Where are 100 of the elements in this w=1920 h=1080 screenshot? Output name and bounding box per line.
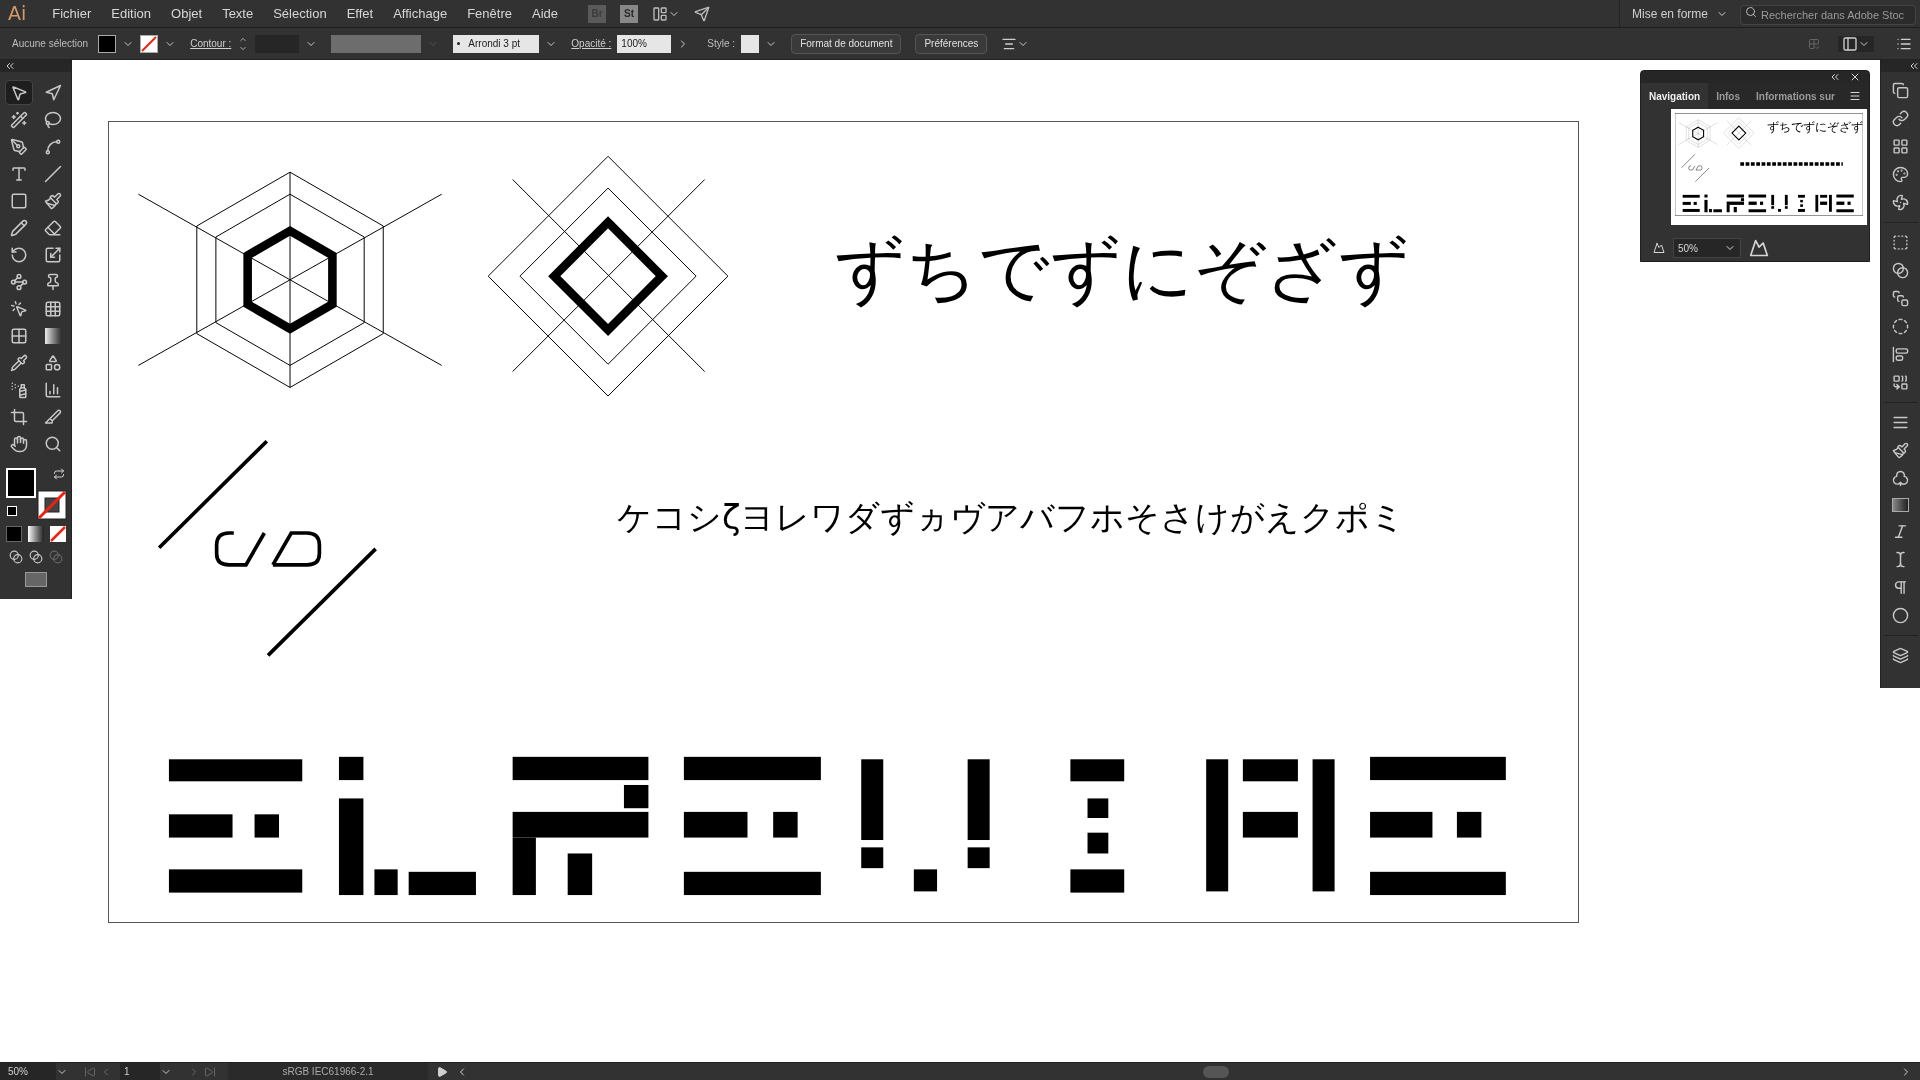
menu-item[interactable]: Edition — [101, 3, 162, 24]
collapse-icon[interactable] — [1829, 71, 1841, 83]
lines-icon[interactable] — [1892, 414, 1909, 431]
circle-icon[interactable] — [1892, 607, 1909, 624]
zoom-field[interactable]: 50% — [1673, 238, 1741, 258]
magic-wand-icon — [9, 110, 28, 129]
copy-icon[interactable] — [1892, 82, 1909, 99]
panel-icon[interactable] — [1842, 35, 1858, 52]
mesh-icon — [9, 326, 28, 345]
fan-icon[interactable] — [1892, 194, 1909, 211]
zoom-in-icon[interactable] — [1749, 238, 1769, 258]
palette-icon[interactable] — [1892, 166, 1909, 183]
crop-icon — [9, 407, 28, 426]
lasso-icon — [43, 110, 62, 129]
menu-item[interactable]: Effet — [336, 3, 384, 24]
opacity-label[interactable]: Opacité : — [571, 36, 612, 51]
brush-icon[interactable] — [1892, 442, 1909, 459]
eraser-icon — [43, 218, 62, 237]
panel-tab[interactable]: Infos — [1708, 83, 1748, 109]
spray-can-icon — [9, 380, 28, 399]
play-icon[interactable] — [436, 1065, 448, 1078]
rectangle-icon — [9, 191, 28, 210]
draw-normal-icon[interactable] — [8, 550, 23, 564]
stock-search-field[interactable]: Rechercher dans Adobe Stoc — [1740, 4, 1916, 25]
menu-item[interactable]: Aide — [522, 3, 568, 24]
screen-mode-button[interactable] — [24, 572, 47, 587]
hand-icon — [9, 434, 28, 453]
color-profile-text: sRGB IEC61966-2.1 — [228, 1063, 428, 1080]
pen-icon — [9, 137, 28, 156]
gradient-icon — [44, 327, 61, 344]
paintbrush-icon — [43, 191, 62, 210]
menu-item[interactable]: Fichier — [42, 3, 102, 24]
workspace-dropdown[interactable]: Mise en forme — [1631, 4, 1728, 23]
selection-status: Aucune sélection — [11, 37, 90, 51]
menu-icon[interactable] — [1849, 90, 1861, 102]
style-swatch[interactable] — [741, 34, 760, 53]
app-logo: Ai — [7, 1, 28, 27]
thumbnail-heading: ずちでずにぞざず — [1767, 121, 1863, 133]
eyedropper-icon — [9, 353, 28, 372]
stroke-color-swatch[interactable] — [36, 490, 67, 520]
artboard-number-field[interactable]: 1 — [120, 1063, 160, 1080]
panel-tab[interactable]: Navigation — [1641, 83, 1709, 109]
rotate-icon — [9, 245, 28, 264]
toolbar-button[interactable]: Préférences — [915, 33, 988, 54]
collapse-icon[interactable] — [4, 60, 16, 72]
dashed-square-icon[interactable] — [1892, 234, 1909, 251]
swap-icon[interactable] — [52, 468, 65, 480]
grid-layout-icon[interactable] — [1892, 138, 1909, 155]
align-left-icon[interactable] — [1892, 346, 1909, 363]
stacked-squares-icon[interactable] — [1892, 290, 1909, 307]
overlapping-circles-icon[interactable] — [1892, 262, 1909, 279]
default-colors-icon[interactable] — [6, 506, 17, 516]
italic-icon[interactable] — [1892, 523, 1909, 540]
brush-dropdown[interactable]: Arrondi 3 pt — [453, 34, 540, 53]
color-mode-button[interactable] — [5, 526, 22, 542]
gradient-icon[interactable] — [1892, 498, 1909, 512]
variable-width-field[interactable] — [331, 34, 422, 53]
none-mode-button[interactable] — [49, 526, 66, 542]
curve-icon — [43, 137, 62, 156]
menu-item[interactable]: Objet — [161, 3, 213, 24]
club-icon[interactable] — [1892, 470, 1909, 487]
grid-icon — [43, 299, 62, 318]
panel-tab[interactable]: Informations sur — [1748, 83, 1843, 109]
layers-icon[interactable] — [1892, 647, 1909, 664]
katakana-line: ケコシζヨレワダずヵヴアバフホそさけがえクポミ — [617, 500, 1406, 534]
link-icon[interactable] — [1892, 110, 1909, 127]
bar-chart-icon — [43, 380, 62, 399]
pointer-click-icon — [9, 299, 28, 318]
menu-item[interactable]: Sélection — [263, 3, 337, 24]
scale-icon — [43, 245, 62, 264]
line-icon — [43, 164, 62, 183]
type-icon — [9, 164, 28, 183]
draw-behind-icon[interactable] — [28, 550, 43, 564]
menu-item[interactable]: Affichage — [383, 3, 458, 24]
knife-icon — [43, 407, 62, 426]
shapes-icon — [43, 353, 62, 372]
stroke-swatch[interactable] — [140, 34, 159, 53]
tool-button[interactable] — [4, 80, 33, 105]
menu-item[interactable]: Texte — [212, 3, 264, 24]
close-icon[interactable] — [1849, 71, 1861, 83]
stroke-label[interactable]: Contour : — [190, 36, 232, 51]
fill-color-swatch[interactable] — [5, 468, 36, 498]
filled-pointer-icon — [43, 83, 62, 102]
collapse-icon[interactable] — [1908, 60, 1920, 72]
app-switch-button[interactable]: St — [620, 4, 638, 23]
layout-icon[interactable] — [652, 5, 668, 22]
zoom-level-field[interactable]: 50% — [0, 1063, 56, 1080]
search-icon — [1745, 5, 1757, 18]
dashed-circle-icon[interactable] — [1892, 318, 1909, 335]
zoom-out-icon[interactable] — [1653, 242, 1665, 254]
fill-swatch[interactable] — [98, 34, 117, 53]
pilcrow-icon[interactable] — [1892, 579, 1909, 596]
arrow-pointer-icon — [9, 83, 28, 102]
gradient-mode-button[interactable] — [27, 526, 44, 542]
search-icon — [43, 434, 62, 453]
toolbar-button[interactable]: Format de document — [791, 33, 902, 54]
menu-item[interactable]: Fenêtre — [457, 3, 522, 24]
pencil-icon — [9, 218, 28, 237]
style-label: Style : — [707, 37, 736, 51]
opacity-field[interactable]: 100% — [617, 34, 672, 53]
